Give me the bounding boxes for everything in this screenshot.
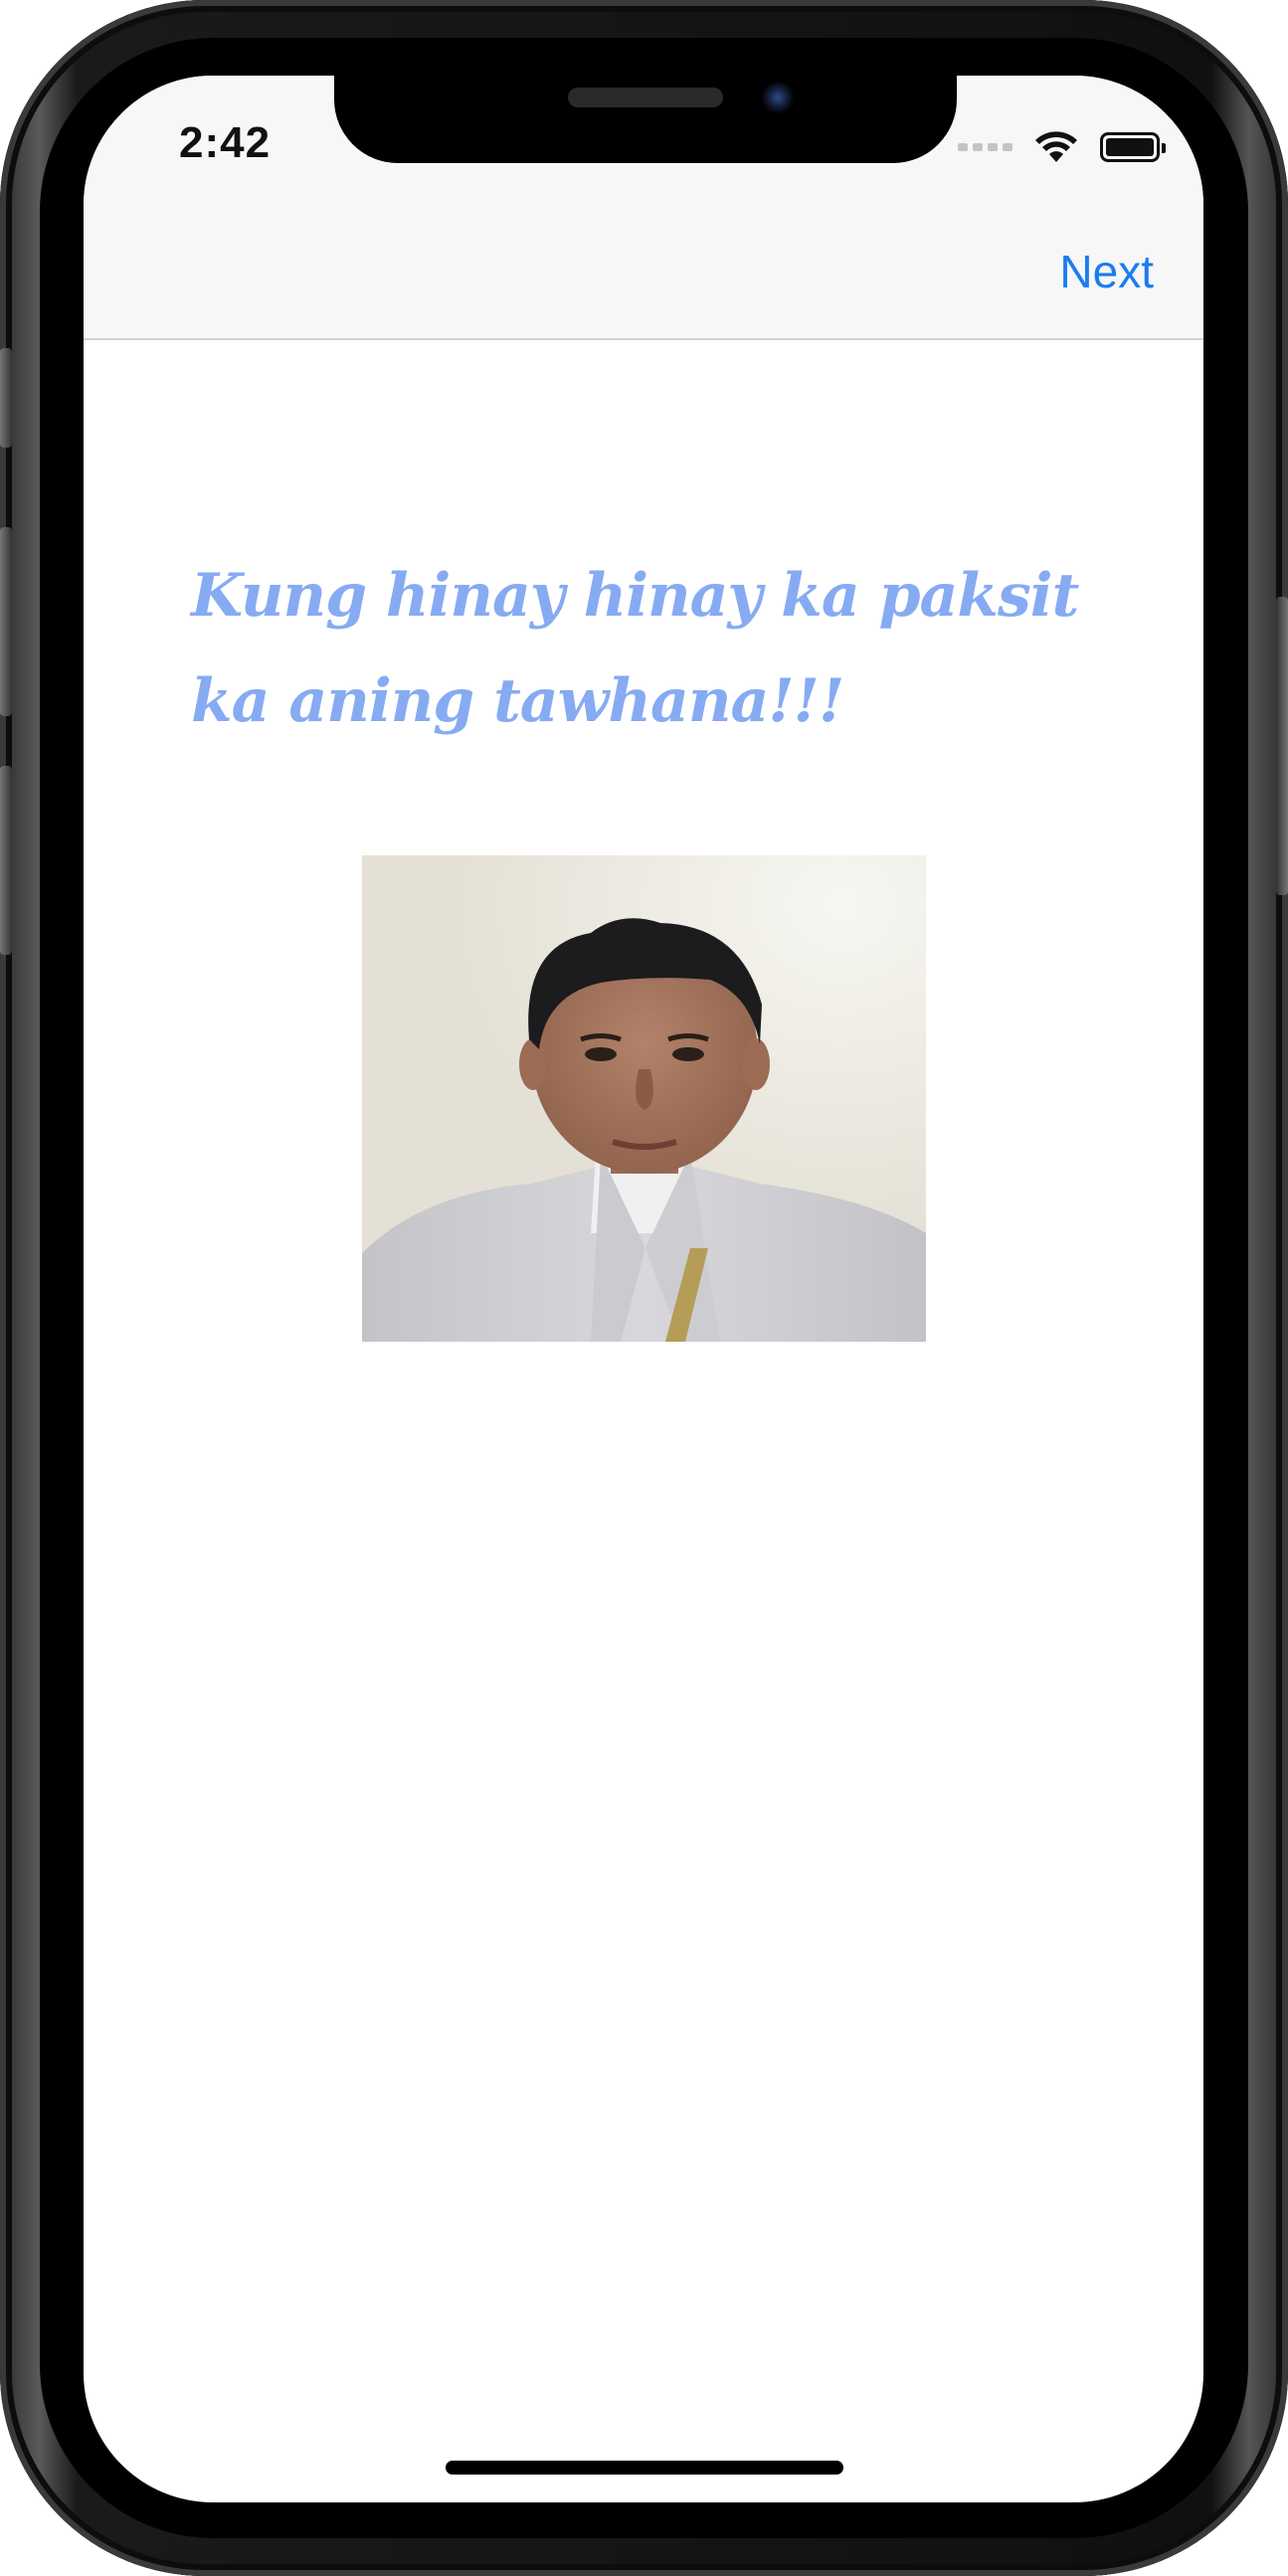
status-time: 2:42 bbox=[179, 118, 272, 167]
cellular-signal-icon bbox=[958, 143, 1012, 151]
status-icons bbox=[958, 127, 1166, 167]
notch bbox=[334, 76, 957, 163]
wifi-icon bbox=[1035, 131, 1077, 162]
next-button[interactable]: Next bbox=[1059, 245, 1154, 298]
profile-photo bbox=[362, 855, 926, 1342]
phone-screen: 2:42 Next Kung hinay hinay ka paksit ka … bbox=[84, 76, 1203, 2502]
power-button bbox=[1276, 597, 1288, 895]
earpiece-speaker bbox=[568, 88, 723, 107]
phone-frame: 2:42 Next Kung hinay hinay ka paksit ka … bbox=[0, 0, 1288, 2576]
silent-switch bbox=[0, 348, 12, 448]
volume-down-button bbox=[0, 766, 12, 955]
quote-text: Kung hinay hinay ka paksit ka aning tawh… bbox=[191, 561, 1079, 736]
front-camera bbox=[762, 82, 794, 113]
volume-up-button bbox=[0, 527, 12, 716]
battery-icon bbox=[1100, 132, 1166, 162]
home-indicator[interactable] bbox=[446, 2461, 843, 2475]
battery-level bbox=[1106, 138, 1154, 156]
